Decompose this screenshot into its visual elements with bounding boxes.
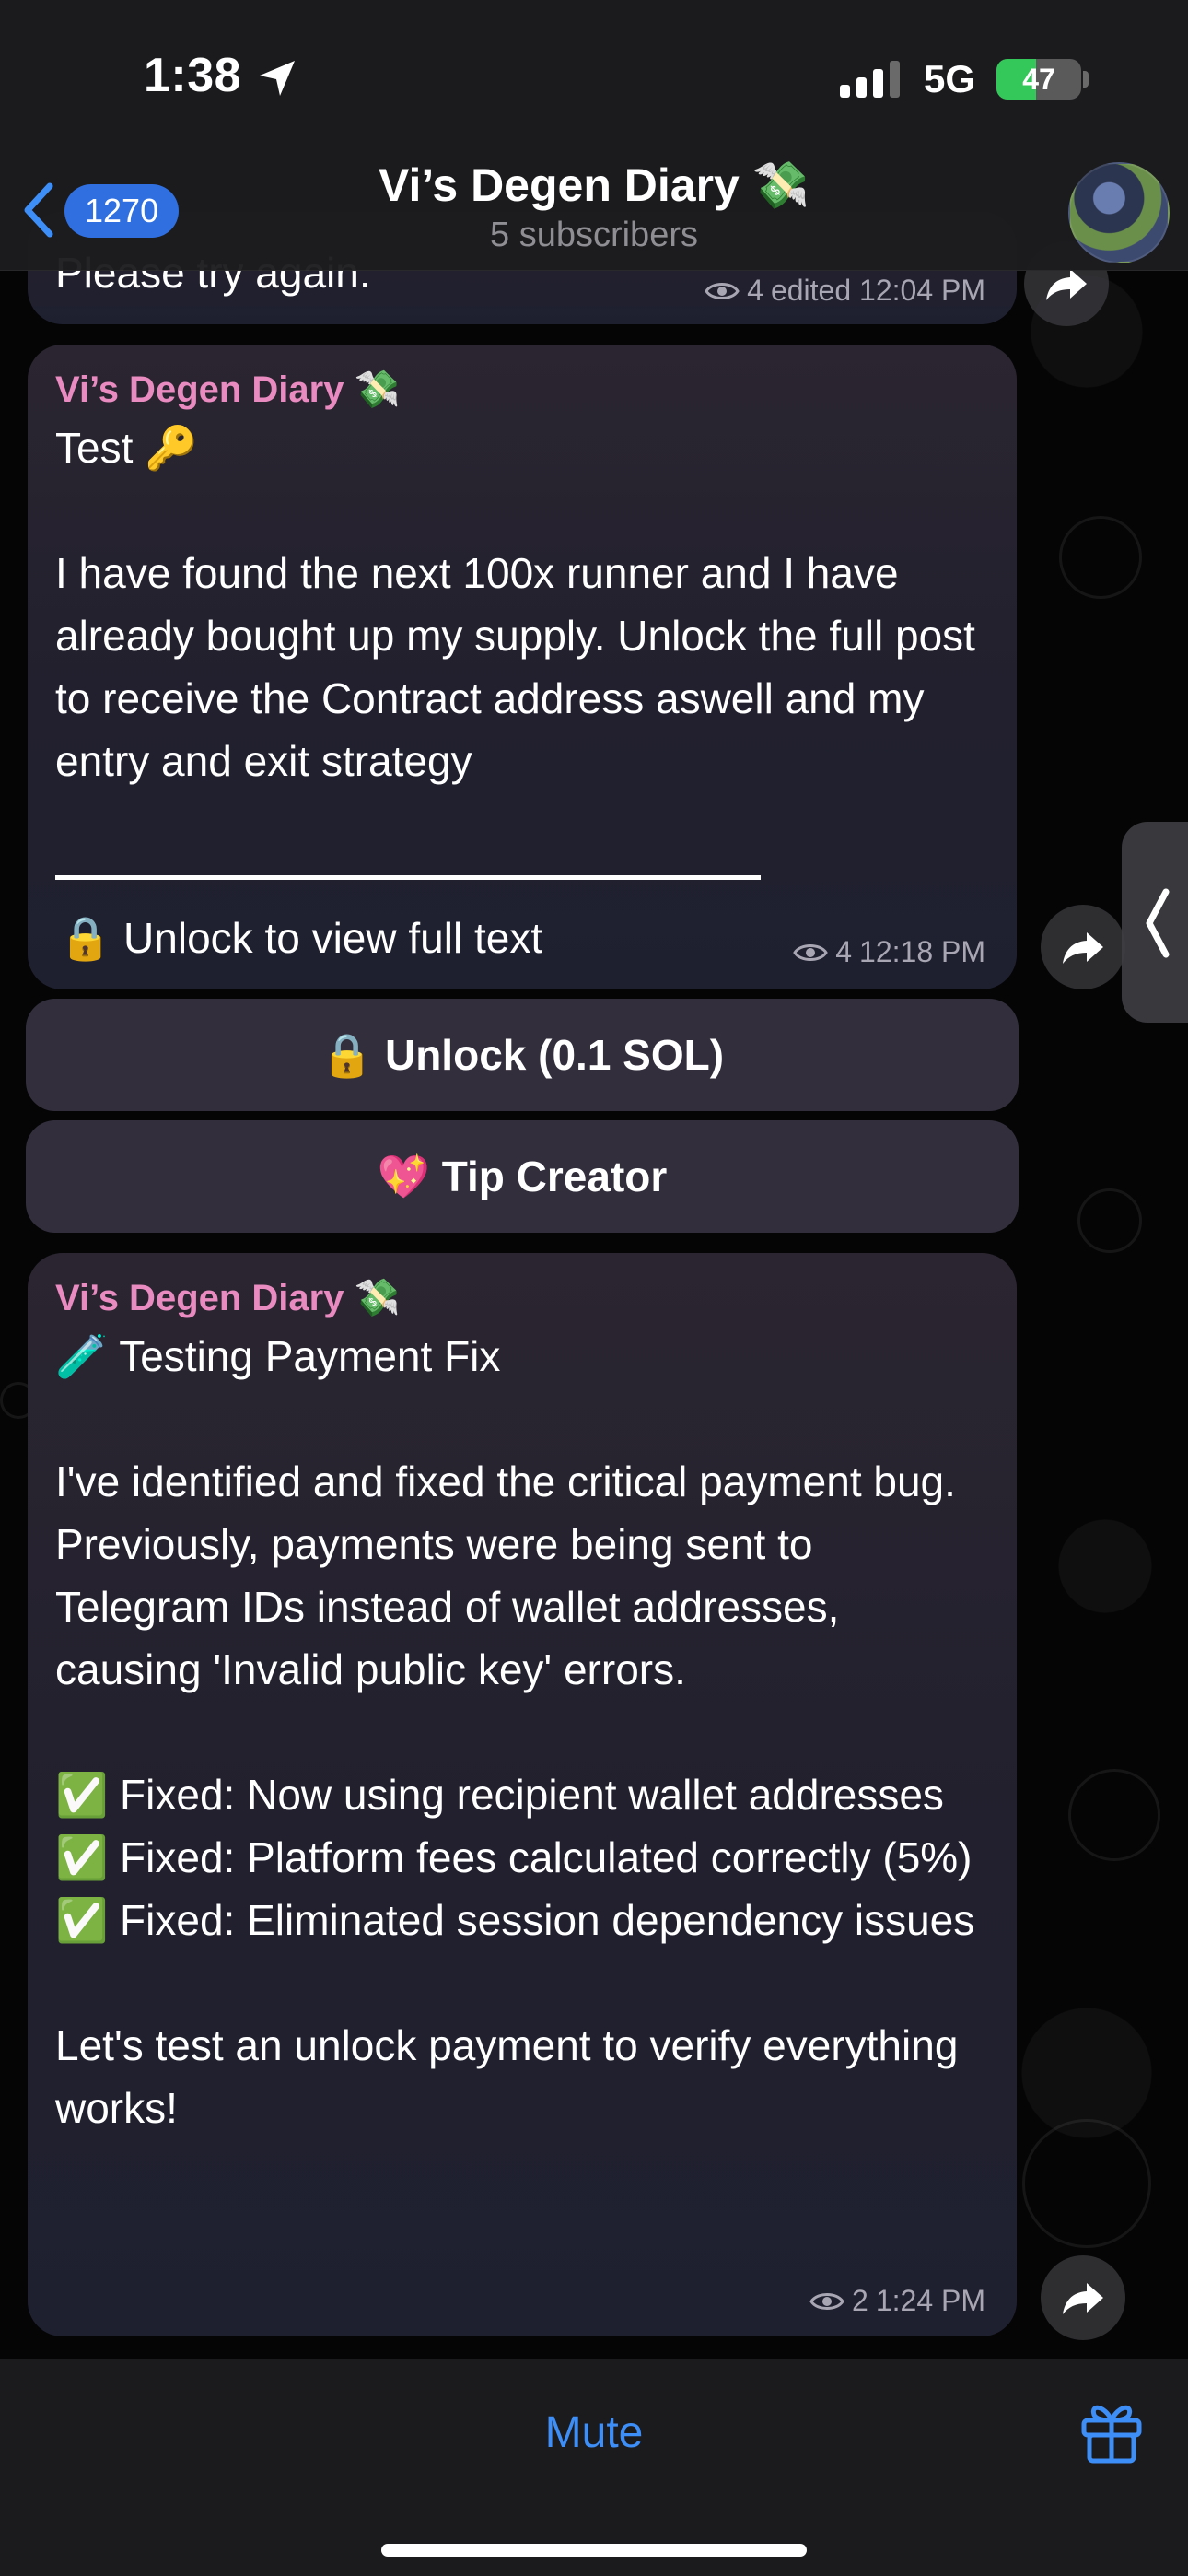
sender-name: Vi’s Degen Diary 💸	[55, 1278, 401, 1318]
battery-icon: 47	[996, 59, 1081, 100]
message-time: 1:24 PM	[875, 2284, 985, 2317]
forward-button[interactable]	[1041, 905, 1125, 989]
message-time: edited 12:04 PM	[770, 274, 985, 307]
message-meta: 4 edited 12:04 PM	[705, 274, 985, 308]
nav-header: 1:38 5G 47 1270 Vi’s Degen Diary 💸 5 sub…	[0, 0, 1188, 271]
share-forward-icon	[1046, 269, 1087, 300]
chevron-left-icon	[1146, 888, 1170, 958]
view-count: 4	[747, 274, 763, 307]
battery-tip	[1083, 71, 1089, 88]
message-text: 🧪 Testing Payment Fix I've identified an…	[55, 1332, 975, 2132]
eye-icon	[793, 943, 828, 961]
view-count: 4	[835, 935, 853, 968]
channel-subscribers: 5 subscribers	[490, 216, 698, 254]
tip-creator-button[interactable]: 💖 Tip Creator	[26, 1120, 1019, 1233]
network-type: 5G	[924, 57, 976, 100]
spoiler-divider	[55, 875, 761, 880]
locked-text-label[interactable]: 🔒 Unlock to view full text	[59, 910, 542, 966]
eye-icon	[705, 282, 740, 299]
message-time: 12:18 PM	[859, 935, 985, 968]
unlock-button-label: 🔒 Unlock (0.1 SOL)	[320, 1030, 725, 1079]
message-text: Test 🔑 I have found the next 100x runner…	[55, 424, 975, 785]
message-bubble[interactable]: Vi’s Degen Diary 💸 🧪 Testing Payment Fix…	[28, 1253, 1017, 2336]
location-arrow-icon	[260, 61, 295, 96]
view-count: 2	[852, 2284, 868, 2317]
bottom-bar: Mute	[0, 2359, 1188, 2576]
cellular-signal-icon	[840, 61, 900, 98]
share-forward-icon	[1063, 932, 1103, 964]
home-indicator	[381, 2544, 807, 2557]
message-meta: 4 12:18 PM	[793, 935, 985, 969]
unlock-button[interactable]: 🔒 Unlock (0.1 SOL)	[26, 999, 1019, 1111]
gift-icon[interactable]	[1079, 2395, 1144, 2465]
forward-button[interactable]	[1041, 2255, 1125, 2340]
eye-icon	[809, 2292, 844, 2310]
mute-button[interactable]: Mute	[0, 2407, 1188, 2458]
channel-title[interactable]: Vi’s Degen Diary 💸	[0, 158, 1188, 213]
channel-avatar[interactable]	[1068, 162, 1170, 263]
message-bubble[interactable]: Vi’s Degen Diary 💸 Test 🔑 I have found t…	[28, 345, 1017, 989]
message-meta: 2 1:24 PM	[809, 2284, 985, 2318]
sender-name: Vi’s Degen Diary 💸	[55, 369, 401, 410]
status-time: 1:38	[144, 49, 242, 102]
battery-level: 47	[1022, 63, 1055, 96]
tip-creator-button-label: 💖 Tip Creator	[377, 1152, 668, 1200]
side-panel-handle[interactable]	[1122, 822, 1188, 1023]
share-forward-icon	[1063, 2283, 1103, 2314]
